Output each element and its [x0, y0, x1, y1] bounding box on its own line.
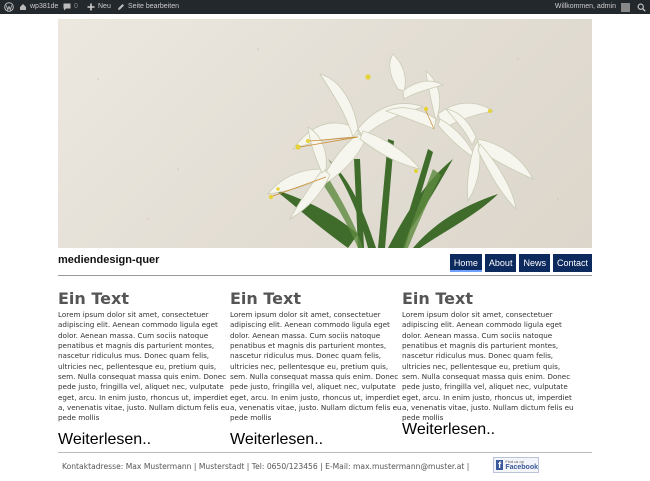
facebook-button[interactable]: f Find us on Facebook	[493, 457, 539, 473]
wordpress-logo-button[interactable]	[4, 0, 14, 14]
column-text: Lorem ipsum dolor sit amet, consectetuer…	[402, 310, 574, 423]
nav-item-about[interactable]: About	[484, 254, 517, 272]
header-divider	[58, 275, 592, 276]
contact-address: Kontaktadresse: Max Mustermann | Musters…	[62, 462, 470, 471]
new-content-button[interactable]: Neu	[87, 0, 111, 14]
column-heading: Ein Text	[58, 289, 129, 308]
nav-item-contact[interactable]: Contact	[552, 254, 592, 272]
avatar	[621, 2, 630, 12]
content-column-3: Ein Text Lorem ipsum dolor sit amet, con…	[402, 289, 574, 424]
site-title[interactable]: mediendesign-quer	[58, 254, 159, 266]
comment-bubble-icon	[63, 3, 71, 11]
facebook-big-text: Facebook	[505, 464, 538, 471]
account-menu[interactable]: Willkommen, admin	[555, 0, 630, 14]
content-column-1: Ein Text Lorem ipsum dolor sit amet, con…	[58, 289, 230, 424]
admin-bar: wp381de 0 Neu Seite bearbeiten Willkomme…	[0, 0, 650, 14]
footer-divider	[58, 452, 592, 453]
edit-page-label: Seite bearbeiten	[128, 3, 179, 10]
facebook-label: Find us on Facebook	[505, 459, 538, 471]
column-heading: Ein Text	[230, 289, 301, 308]
column-text: Lorem ipsum dolor sit amet, consectetuer…	[58, 310, 230, 423]
pencil-icon	[118, 4, 124, 10]
nav-item-home[interactable]: Home	[449, 254, 482, 272]
site-name-label: wp381de	[30, 3, 59, 10]
home-icon	[20, 4, 26, 10]
header-image-lilies	[58, 19, 592, 248]
admin-search-button[interactable]	[637, 0, 646, 14]
facebook-icon: f	[496, 460, 504, 470]
site-name-link[interactable]: wp381de	[19, 0, 58, 14]
nav-item-news[interactable]: News	[519, 254, 550, 272]
column-text: Lorem ipsum dolor sit amet, consectetuer…	[230, 310, 402, 423]
wordpress-icon	[4, 2, 14, 12]
comment-count: 0	[74, 3, 78, 10]
content-column-2: Ein Text Lorem ipsum dolor sit amet, con…	[230, 289, 402, 424]
edit-page-link[interactable]: Seite bearbeiten	[117, 0, 179, 14]
read-more-link-3[interactable]: Weiterlesen..	[402, 421, 574, 439]
read-more-link-1[interactable]: Weiterlesen..	[58, 431, 230, 449]
comments-link[interactable]: 0	[63, 0, 78, 14]
read-more-link-2[interactable]: Weiterlesen..	[230, 431, 402, 449]
main-navigation: Home About News Contact	[449, 254, 592, 272]
column-heading: Ein Text	[402, 289, 473, 308]
new-label: Neu	[98, 3, 111, 10]
search-icon	[637, 3, 646, 12]
plus-icon	[87, 3, 95, 11]
welcome-text: Willkommen, admin	[554, 3, 616, 10]
